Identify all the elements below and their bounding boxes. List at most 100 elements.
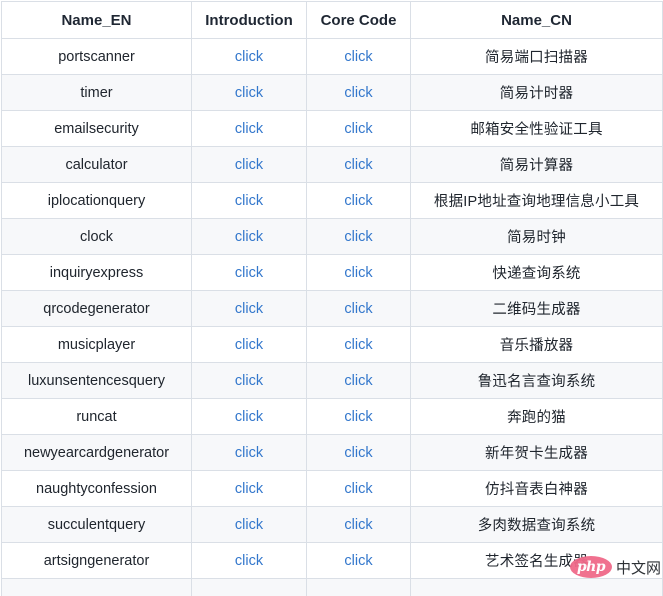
core-code-link[interactable]: click xyxy=(344,337,372,353)
core-code-link[interactable]: click xyxy=(344,157,372,173)
cell-core-code: click xyxy=(306,506,411,543)
table-row: emailsecurity click click 邮箱安全性验证工具 xyxy=(1,110,663,147)
cell-core-code: click xyxy=(306,254,411,291)
table-row: inquiryexpress click click 快递查询系统 xyxy=(1,254,663,291)
cell-name-cn: 二维码生成器 xyxy=(410,290,663,327)
cell-name-en: clock xyxy=(1,218,192,255)
cell-core-code: click xyxy=(306,398,411,435)
core-code-link[interactable]: click xyxy=(344,49,372,65)
cell-introduction: click xyxy=(191,218,307,255)
cell-introduction: click xyxy=(191,506,307,543)
cell-name-cn: 新年贺卡生成器 xyxy=(410,434,663,471)
cell-core-code xyxy=(306,578,411,596)
cell-name-cn: 多肉数据查询系统 xyxy=(410,506,663,543)
core-code-link[interactable]: click xyxy=(344,445,372,461)
core-code-link[interactable]: click xyxy=(344,121,372,137)
cell-name-cn: 快递查询系统 xyxy=(410,254,663,291)
cell-core-code: click xyxy=(306,434,411,471)
cell-introduction: click xyxy=(191,182,307,219)
cell-introduction: click xyxy=(191,254,307,291)
introduction-link[interactable]: click xyxy=(235,553,263,569)
cell-name-en: newyearcardgenerator xyxy=(1,434,192,471)
cell-introduction: click xyxy=(191,146,307,183)
core-code-link[interactable]: click xyxy=(344,517,372,533)
introduction-link[interactable]: click xyxy=(235,85,263,101)
table-row: naughtyconfession click click 仿抖音表白神器 xyxy=(1,470,663,507)
cell-core-code: click xyxy=(306,290,411,327)
cell-name-cn xyxy=(410,578,663,596)
cell-name-en: timer xyxy=(1,74,192,111)
cell-core-code: click xyxy=(306,38,411,75)
cell-core-code: click xyxy=(306,542,411,579)
cell-introduction: click xyxy=(191,542,307,579)
table-header-row: Name_EN Introduction Core Code Name_CN xyxy=(1,1,663,39)
table-row: portscanner click click 简易端口扫描器 xyxy=(1,38,663,75)
cell-introduction: click xyxy=(191,434,307,471)
core-code-link[interactable]: click xyxy=(344,85,372,101)
cell-introduction: click xyxy=(191,326,307,363)
cell-name-cn: 鲁迅名言查询系统 xyxy=(410,362,663,399)
core-code-link[interactable]: click xyxy=(344,301,372,317)
cell-name-en xyxy=(1,578,192,596)
cell-name-en: succulentquery xyxy=(1,506,192,543)
column-header-name-cn: Name_CN xyxy=(410,1,663,39)
introduction-link[interactable]: click xyxy=(235,481,263,497)
cell-name-en: portscanner xyxy=(1,38,192,75)
cell-introduction: click xyxy=(191,74,307,111)
cell-introduction: click xyxy=(191,290,307,327)
core-code-link[interactable]: click xyxy=(344,193,372,209)
cell-introduction: click xyxy=(191,38,307,75)
table-row: qrcodegenerator click click 二维码生成器 xyxy=(1,290,663,327)
cell-name-en: inquiryexpress xyxy=(1,254,192,291)
introduction-link[interactable]: click xyxy=(235,301,263,317)
cell-core-code: click xyxy=(306,362,411,399)
core-code-link[interactable]: click xyxy=(344,481,372,497)
table-row: calculator click click 简易计算器 xyxy=(1,146,663,183)
cell-introduction: click xyxy=(191,470,307,507)
table-row: timer click click 简易计时器 xyxy=(1,74,663,111)
introduction-link[interactable]: click xyxy=(235,409,263,425)
cell-introduction: click xyxy=(191,362,307,399)
core-code-link[interactable]: click xyxy=(344,409,372,425)
table-row: musicplayer click click 音乐播放器 xyxy=(1,326,663,363)
table-row: newyearcardgenerator click click 新年贺卡生成器 xyxy=(1,434,663,471)
core-code-link[interactable]: click xyxy=(344,229,372,245)
tool-table-container: Name_EN Introduction Core Code Name_CN p… xyxy=(0,0,663,596)
introduction-link[interactable]: click xyxy=(235,517,263,533)
table-row: succulentquery click click 多肉数据查询系统 xyxy=(1,506,663,543)
core-code-link[interactable]: click xyxy=(344,553,372,569)
table-body: portscanner click click 简易端口扫描器 timer click cl… xyxy=(1,38,663,596)
cell-name-cn: 邮箱安全性验证工具 xyxy=(410,110,663,147)
cell-name-en: emailsecurity xyxy=(1,110,192,147)
introduction-link[interactable]: click xyxy=(235,337,263,353)
cell-introduction: click xyxy=(191,398,307,435)
cell-name-cn: 根据IP地址查询地理信息小工具 xyxy=(410,182,663,219)
column-header-introduction: Introduction xyxy=(191,1,307,39)
table-row: clock click click 简易时钟 xyxy=(1,218,663,255)
cell-introduction: click xyxy=(191,110,307,147)
introduction-link[interactable]: click xyxy=(235,445,263,461)
introduction-link[interactable]: click xyxy=(235,121,263,137)
cell-name-cn: 音乐播放器 xyxy=(410,326,663,363)
cell-core-code: click xyxy=(306,218,411,255)
cell-name-en: calculator xyxy=(1,146,192,183)
table-row: artsigngenerator click click 艺术签名生成器 xyxy=(1,542,663,579)
cell-name-cn: 简易时钟 xyxy=(410,218,663,255)
cell-introduction xyxy=(191,578,307,596)
cell-core-code: click xyxy=(306,146,411,183)
cell-name-cn: 简易端口扫描器 xyxy=(410,38,663,75)
table-row: iplocationquery click click 根据IP地址查询地理信息小工具 xyxy=(1,182,663,219)
introduction-link[interactable]: click xyxy=(235,265,263,281)
cell-name-cn: 仿抖音表白神器 xyxy=(410,470,663,507)
core-code-link[interactable]: click xyxy=(344,265,372,281)
cell-core-code: click xyxy=(306,326,411,363)
cell-core-code: click xyxy=(306,182,411,219)
introduction-link[interactable]: click xyxy=(235,373,263,389)
introduction-link[interactable]: click xyxy=(235,157,263,173)
introduction-link[interactable]: click xyxy=(235,193,263,209)
introduction-link[interactable]: click xyxy=(235,229,263,245)
cell-name-cn: 简易计时器 xyxy=(410,74,663,111)
core-code-link[interactable]: click xyxy=(344,373,372,389)
table-row xyxy=(1,578,663,596)
introduction-link[interactable]: click xyxy=(235,49,263,65)
